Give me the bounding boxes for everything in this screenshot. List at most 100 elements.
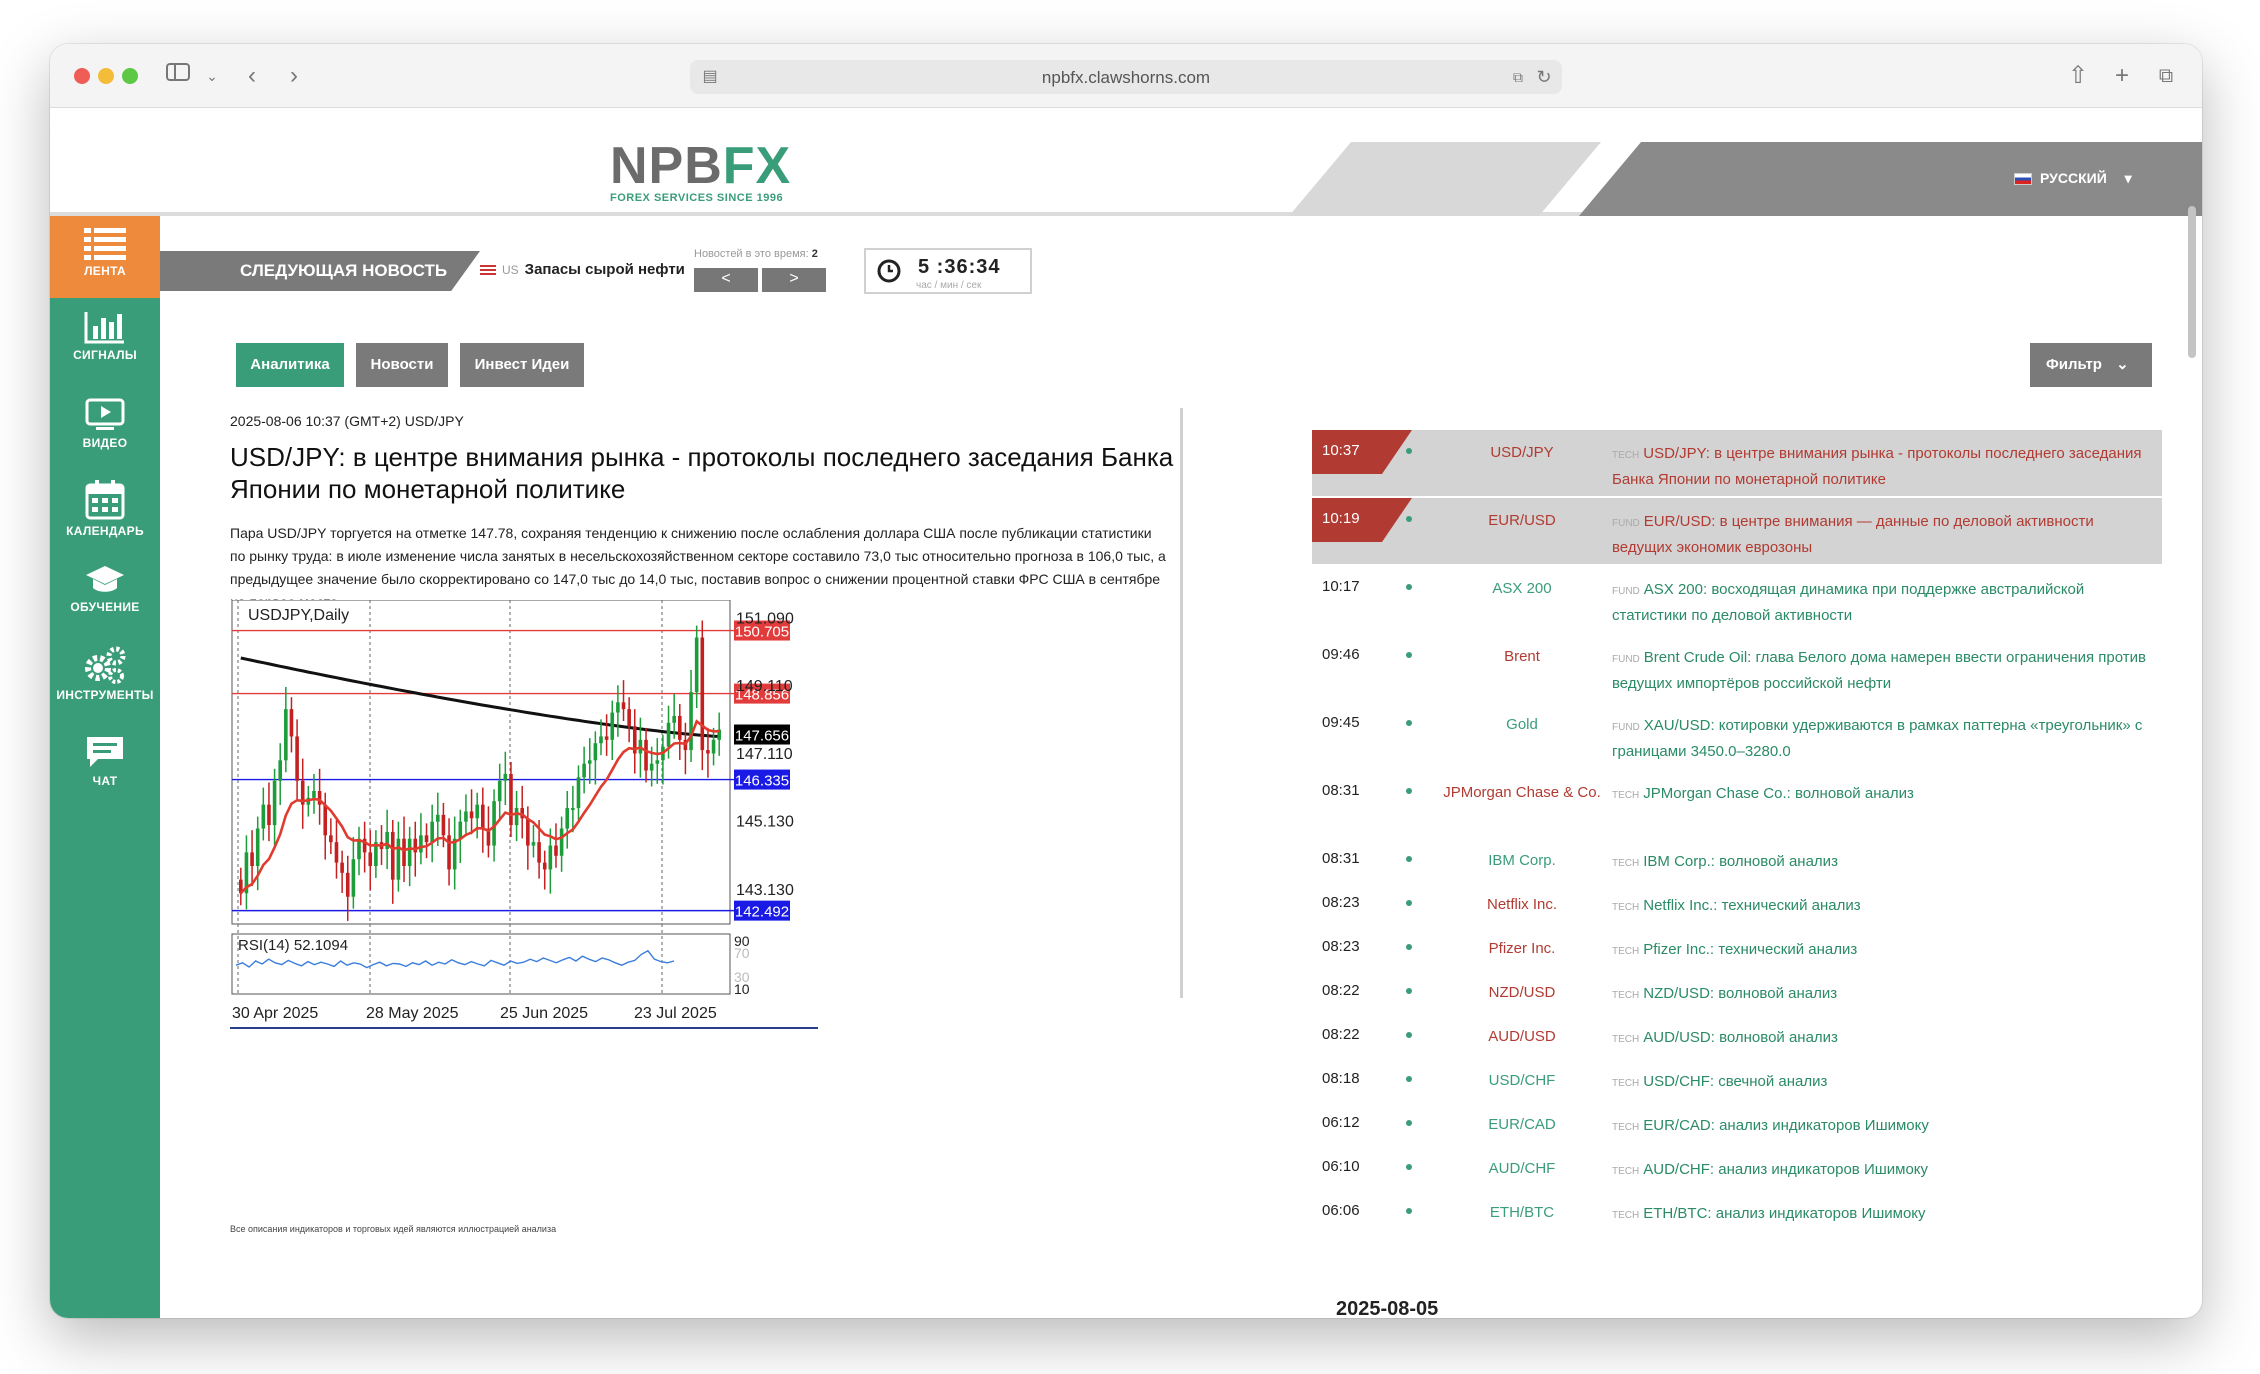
chevron-down-icon[interactable]: ⌄ xyxy=(196,60,228,92)
feed-instrument[interactable]: Netflix Inc. xyxy=(1442,894,1602,916)
feed-headline[interactable]: TECH USD/JPY: в центре внимания рынка - п… xyxy=(1612,442,2152,492)
close-window-button[interactable] xyxy=(74,68,90,84)
page-scrollbar[interactable] xyxy=(2188,206,2196,358)
feed-instrument[interactable]: EUR/USD xyxy=(1442,510,1602,532)
feed-dot-icon xyxy=(1406,652,1412,658)
feed-headline[interactable]: TECH NZD/USD: волновой анализ xyxy=(1612,982,2152,1008)
news-country: US xyxy=(502,263,519,277)
feed-instrument[interactable]: Brent xyxy=(1442,646,1602,668)
candle-body xyxy=(368,852,373,867)
sidebar-item-video[interactable]: ВИДЕО xyxy=(50,388,160,470)
feed-headline[interactable]: TECH JPMorgan Chase Co.: волновой анализ xyxy=(1612,782,2152,808)
video-icon xyxy=(50,398,160,432)
prev-news-button[interactable]: < xyxy=(694,268,758,292)
candle-body xyxy=(312,790,316,798)
candle-body xyxy=(289,709,294,737)
feed-instrument[interactable]: Gold xyxy=(1442,714,1602,736)
feed-headline[interactable]: TECH Pfizer Inc.: технический анализ xyxy=(1612,938,2152,964)
feed-instrument[interactable]: USD/JPY xyxy=(1442,442,1602,464)
feed-headline[interactable]: TECH IBM Corp.: волновой анализ xyxy=(1612,850,2152,876)
feed-instrument[interactable]: AUD/CHF xyxy=(1442,1158,1602,1180)
npbfx-logo[interactable]: NPBFX FOREX SERVICES SINCE 1996 xyxy=(610,137,810,204)
share-icon[interactable]: ⇧ xyxy=(2062,60,2094,92)
feed-headline[interactable]: TECH ETH/BTC: анализ индикаторов Ишимоку xyxy=(1612,1202,2152,1228)
new-tab-icon[interactable]: + xyxy=(2106,60,2138,92)
feed-item[interactable]: 08:22 NZD/USD TECH NZD/USD: волновой анализ xyxy=(1312,970,2162,1012)
column-divider[interactable] xyxy=(1180,408,1183,998)
feed-time: 09:45 xyxy=(1322,714,1360,731)
feed-instrument[interactable]: ASX 200 xyxy=(1442,578,1602,600)
filter-button[interactable]: Фильтр ⌄ xyxy=(2030,343,2152,387)
tab-news[interactable]: Новости xyxy=(356,343,448,387)
language-selector[interactable]: РУССКИЙ ▾ xyxy=(2014,170,2132,187)
feed-headline[interactable]: TECH AUD/CHF: анализ индикаторов Ишимоку xyxy=(1612,1158,2152,1184)
feed-type-badge: TECH xyxy=(1612,1122,1640,1133)
feed-headline[interactable]: TECH USD/CHF: свечной анализ xyxy=(1612,1070,2152,1096)
sidebar-item-calendar[interactable]: КАЛЕНДАРЬ xyxy=(50,470,160,552)
feed-headline[interactable]: TECH EUR/CAD: анализ индикаторов Ишимоку xyxy=(1612,1114,2152,1140)
feed-instrument[interactable]: JPMorgan Chase & Co. xyxy=(1442,782,1602,804)
candle-body xyxy=(565,808,570,829)
sidebar-item-bar-chart[interactable]: СИГНАЛЫ xyxy=(50,300,160,382)
feed-instrument[interactable]: AUD/USD xyxy=(1442,1026,1602,1048)
feed-instrument[interactable]: NZD/USD xyxy=(1442,982,1602,1004)
feed-item[interactable]: 06:12 EUR/CAD TECH EUR/CAD: анализ индикато… xyxy=(1312,1102,2162,1144)
feed-instrument[interactable]: EUR/CAD xyxy=(1442,1114,1602,1136)
sidebar-item-list[interactable]: ЛЕНТА xyxy=(50,216,160,298)
logo-fx-text: FX xyxy=(722,137,792,195)
list-icon xyxy=(50,226,160,260)
forward-arrow-icon[interactable]: › xyxy=(278,60,310,92)
gears-icon xyxy=(50,646,160,684)
sidebar-item-chat[interactable]: ЧАТ xyxy=(50,724,160,806)
news-count-value: 2 xyxy=(811,248,818,260)
next-news-event[interactable]: US Запасы сырой нефти xyxy=(480,261,685,278)
candle-body xyxy=(430,821,434,843)
feed-headline[interactable]: TECH Netflix Inc.: технический анализ xyxy=(1612,894,2152,920)
feed-item[interactable]: 08:31 JPMorgan Chase & Co. TECH JPMorgan Ch… xyxy=(1312,770,2162,836)
feed-instrument[interactable]: USD/CHF xyxy=(1442,1070,1602,1092)
tab-analytics[interactable]: Аналитика xyxy=(236,343,344,387)
feed-time: 10:17 xyxy=(1322,578,1360,595)
feed-item[interactable]: 08:23 Netflix Inc. TECH Netflix Inc.: техни… xyxy=(1312,882,2162,924)
feed-item[interactable]: 10:37 USD/JPY TECH USD/JPY: в центре вниман… xyxy=(1312,430,2162,496)
back-arrow-icon[interactable]: ‹ xyxy=(236,60,268,92)
feed-item[interactable]: 09:45 Gold FUND XAU/USD: котировки удержива… xyxy=(1312,702,2162,768)
sidebar-item-graduation-cap[interactable]: ОБУЧЕНИЕ xyxy=(50,552,160,634)
minimize-window-button[interactable] xyxy=(98,68,114,84)
sidebar-item-gears[interactable]: ИНСТРУМЕНТЫ xyxy=(50,636,160,718)
candle-body xyxy=(582,763,586,778)
feed-instrument[interactable]: ETH/BTC xyxy=(1442,1202,1602,1224)
feed-item[interactable]: 10:17 ASX 200 FUND ASX 200: восходящая дина… xyxy=(1312,566,2162,632)
feed-headline[interactable]: FUND XAU/USD: котировки удерживаются в ра… xyxy=(1612,714,2152,764)
maximize-window-button[interactable] xyxy=(122,68,138,84)
sidebar-toggle-icon[interactable] xyxy=(162,60,194,92)
feed-headline[interactable]: TECH AUD/USD: волновой анализ xyxy=(1612,1026,2152,1052)
feed-item[interactable]: 09:46 Brent FUND Brent Crude Oil: глава Бел… xyxy=(1312,634,2162,700)
feed-item[interactable]: 08:22 AUD/USD TECH AUD/USD: волновой анализ xyxy=(1312,1014,2162,1056)
candle-body xyxy=(649,763,654,771)
feed-headline-text: EUR/CAD: анализ индикаторов Ишимоку xyxy=(1643,1117,1929,1134)
feed-headline[interactable]: FUND ASX 200: восходящая динамика при под… xyxy=(1612,578,2152,628)
news-event-title: Запасы сырой нефти xyxy=(524,261,685,278)
address-bar[interactable]: ▤ npbfx.clawshorns.com ⧉ ↻ xyxy=(690,60,1562,94)
feed-item[interactable]: 08:31 IBM Corp. TECH IBM Corp.: волновой ан… xyxy=(1312,838,2162,880)
feed-headline[interactable]: FUND Brent Crude Oil: глава Белого дома н… xyxy=(1612,646,2152,696)
next-news-button[interactable]: > xyxy=(762,268,826,292)
feed-instrument[interactable]: Pfizer Inc. xyxy=(1442,938,1602,960)
feed-instrument[interactable]: IBM Corp. xyxy=(1442,850,1602,872)
feed-item[interactable]: 10:19 EUR/USD FUND EUR/USD: в центре вниман… xyxy=(1312,498,2162,564)
feed-item[interactable]: 06:10 AUD/CHF TECH AUD/CHF: анализ индикато… xyxy=(1312,1146,2162,1188)
candle-body xyxy=(469,811,474,819)
feed-type-badge: TECH xyxy=(1612,946,1640,957)
tab-invest-ideas[interactable]: Инвест Идеи xyxy=(460,343,584,387)
feed-item[interactable]: 06:06 ETH/BTC TECH ETH/BTC: анализ индикато… xyxy=(1312,1190,2162,1232)
tabs-overview-icon[interactable]: ⧉ xyxy=(2150,60,2182,92)
feed-headline-text: XAU/USD: котировки удерживаются в рамках… xyxy=(1612,717,2143,760)
feed-headline[interactable]: FUND EUR/USD: в центре внимания — данные … xyxy=(1612,510,2152,560)
site-header: NPBFX FOREX SERVICES SINCE 1996 РУССКИЙ … xyxy=(50,108,2202,216)
feed-dot-icon xyxy=(1406,516,1412,522)
candle-body xyxy=(593,743,598,761)
feed-item[interactable]: 08:23 Pfizer Inc. TECH Pfizer Inc.: техниче… xyxy=(1312,926,2162,968)
feed-item[interactable]: 08:18 USD/CHF TECH USD/CHF: свечной анализ xyxy=(1312,1058,2162,1100)
reload-icon[interactable]: ↻ xyxy=(1528,61,1560,93)
